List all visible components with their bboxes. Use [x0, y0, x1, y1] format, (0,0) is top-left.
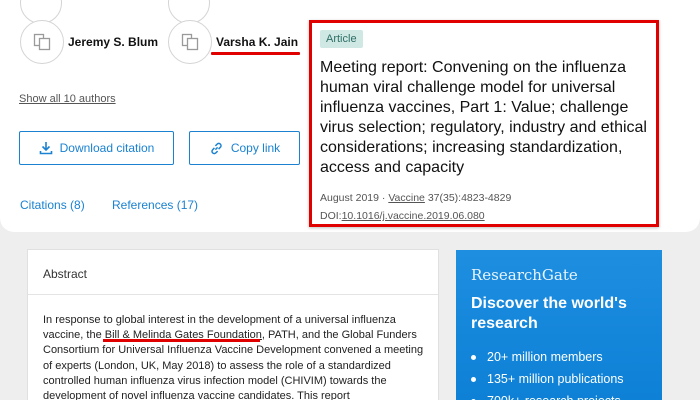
show-all-authors-link[interactable]: Show all 10 authors [19, 93, 116, 105]
tab-references[interactable]: References (17) [112, 198, 198, 212]
red-annotation-underline [103, 339, 260, 342]
publication-date: August 2019 · [320, 192, 386, 204]
abstract-text: In response to global interest in the de… [43, 313, 431, 400]
profile-placeholder-icon [33, 33, 51, 51]
bullet-icon [471, 376, 476, 382]
link-icon [211, 142, 222, 154]
article-doi: DOI:10.1016/j.vaccine.2019.06.080 [320, 210, 485, 222]
promo-stats-list: 20+ million members 135+ million publica… [471, 346, 624, 400]
download-citation-button[interactable]: Download citation [19, 131, 174, 165]
promo-headline: Discover the world's research [471, 295, 627, 332]
author-name[interactable]: Jeremy S. Blum [68, 35, 158, 49]
abstract-card: Abstract In response to global interest … [27, 249, 439, 400]
download-icon [39, 142, 52, 155]
author-item[interactable]: Jeremy S. Blum [20, 20, 158, 64]
author-name[interactable]: Varsha K. Jain [216, 35, 298, 49]
researchgate-logo: ResearchGate [471, 266, 578, 284]
author-item[interactable]: Varsha K. Jain [168, 20, 298, 64]
promo-stat: 135+ million publications [487, 372, 624, 386]
profile-placeholder-icon [181, 33, 199, 51]
researchgate-promo-card[interactable]: ResearchGate Discover the world's resear… [456, 250, 662, 400]
author-avatar[interactable] [168, 20, 212, 64]
promo-stat: 700k+ research projects [487, 390, 621, 400]
tab-citations[interactable]: Citations (8) [20, 198, 85, 212]
journal-link[interactable]: Vaccine [388, 192, 425, 204]
bullet-icon [471, 354, 476, 360]
abstract-heading: Abstract [43, 267, 88, 281]
promo-stat: 20+ million members [487, 350, 603, 364]
article-info-card: Article Meeting report: Convening on the… [309, 20, 659, 227]
article-publication-info: August 2019 · Vaccine 37(35):4823-4829 [320, 192, 511, 204]
list-item: 700k+ research projects [471, 390, 624, 400]
divider [28, 294, 438, 295]
copy-link-label: Copy link [230, 141, 281, 155]
author-avatar[interactable] [20, 20, 64, 64]
journal-volume: 37(35):4823-4829 [427, 192, 512, 204]
article-type-badge: Article [320, 30, 363, 48]
download-citation-label: Download citation [59, 141, 155, 155]
article-title: Meeting report: Convening on the influen… [320, 59, 647, 176]
list-item: 20+ million members [471, 346, 624, 368]
doi-link[interactable]: 10.1016/j.vaccine.2019.06.080 [342, 210, 485, 222]
list-item: 135+ million publications [471, 368, 624, 390]
copy-link-button[interactable]: Copy link [189, 131, 300, 165]
red-annotation-underline [211, 52, 300, 55]
doi-label: DOI: [320, 210, 342, 222]
